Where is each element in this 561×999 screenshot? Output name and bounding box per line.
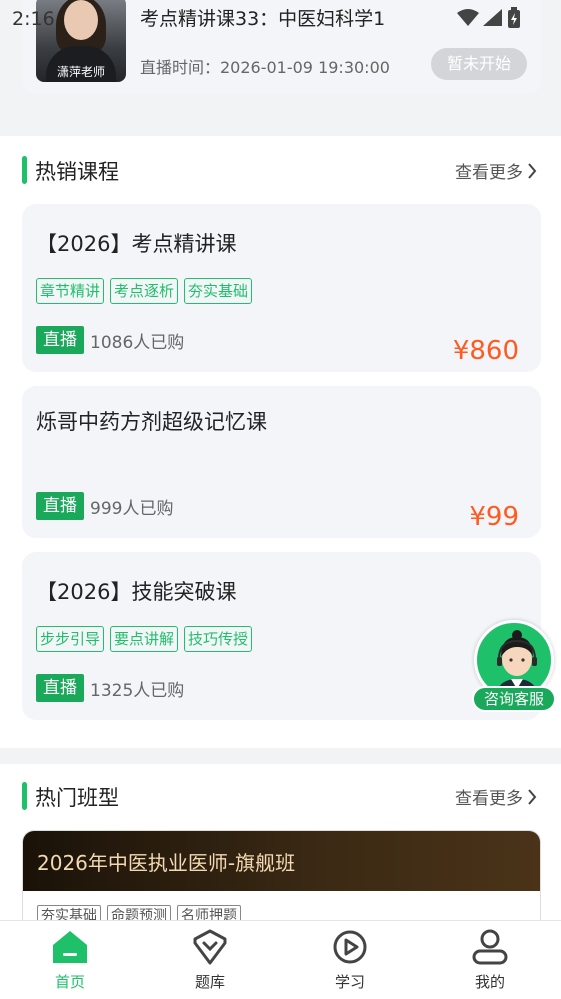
course-title: 【2026】考点精讲课: [36, 232, 237, 256]
see-more-link[interactable]: 查看更多: [455, 158, 537, 183]
section-accent-bar: [22, 156, 27, 184]
bottom-nav: 首页 题库 学习 我的: [0, 920, 561, 999]
customer-service-button[interactable]: 咨询客服: [472, 620, 558, 716]
chevron-right-icon: [528, 788, 537, 805]
customer-service-label: 咨询客服: [472, 686, 556, 712]
course-card[interactable]: 【2026】考点精讲课 章节精讲 考点逐析 夯实基础 直播 1086人已购 ¥8…: [22, 204, 541, 372]
home-icon: [53, 931, 87, 963]
see-more-label: 查看更多: [455, 163, 523, 183]
class-title: 2026年中医执业医师-旗舰班: [37, 851, 296, 875]
nav-study[interactable]: 学习: [310, 929, 390, 992]
course-card[interactable]: 【2026】技能突破课 步步引导 要点讲解 技巧传授 直播 1325人已购 ¥3: [22, 552, 541, 720]
course-tag: 要点讲解: [110, 626, 179, 652]
live-badge: 直播: [36, 492, 84, 520]
nav-label: 首页: [54, 973, 85, 991]
section-title: 热销课程: [35, 160, 119, 184]
nav-label: 我的: [474, 973, 505, 991]
course-card[interactable]: 烁哥中药方剂超级记忆课 直播 999人已购 ¥99: [22, 386, 541, 538]
live-badge: 直播: [36, 326, 84, 354]
course-tags: 章节精讲 考点逐析 夯实基础: [36, 278, 253, 304]
buyer-count: 999人已购: [90, 499, 174, 519]
nav-label: 题库: [194, 973, 225, 991]
nav-profile[interactable]: 我的: [450, 929, 530, 992]
chevron-right-icon: [528, 162, 537, 179]
see-more-label: 查看更多: [455, 789, 523, 809]
live-lesson-time: 直播时间：2026-01-09 19:30:00: [140, 58, 390, 77]
section-title: 热门班型: [35, 786, 119, 810]
nav-label: 学习: [334, 973, 365, 991]
course-tag: 章节精讲: [36, 278, 105, 304]
question-bank-icon: [193, 929, 227, 965]
status-bar: 2:16: [0, 0, 561, 36]
buyer-count: 1325人已购: [90, 681, 185, 701]
profile-icon: [472, 929, 508, 965]
live-badge: 直播: [36, 674, 84, 702]
battery-icon: [508, 7, 520, 28]
buyer-count: 1086人已购: [90, 333, 185, 353]
wifi-icon: [457, 9, 479, 26]
status-icons: [457, 7, 521, 29]
course-title: 【2026】技能突破课: [36, 580, 237, 604]
section-accent-bar: [22, 782, 27, 810]
study-play-icon: [333, 930, 367, 964]
teacher-name: 潇萍老师: [56, 65, 105, 79]
course-title: 烁哥中药方剂超级记忆课: [36, 410, 267, 434]
nav-question-bank[interactable]: 题库: [170, 929, 250, 992]
see-more-link[interactable]: 查看更多: [455, 784, 537, 809]
course-price: ¥99: [469, 502, 519, 532]
course-price: ¥860: [452, 336, 519, 366]
course-tag: 技巧传授: [184, 626, 253, 652]
course-tag: 步步引导: [36, 626, 105, 652]
live-status-button[interactable]: 暂未开始: [431, 48, 527, 80]
course-tag: 夯实基础: [184, 278, 253, 304]
course-tag: 考点逐析: [110, 278, 179, 304]
status-time: 2:16: [12, 8, 55, 30]
signal-icon: [483, 9, 502, 26]
nav-home[interactable]: 首页: [30, 929, 110, 992]
course-tags: 步步引导 要点讲解 技巧传授: [36, 626, 253, 652]
